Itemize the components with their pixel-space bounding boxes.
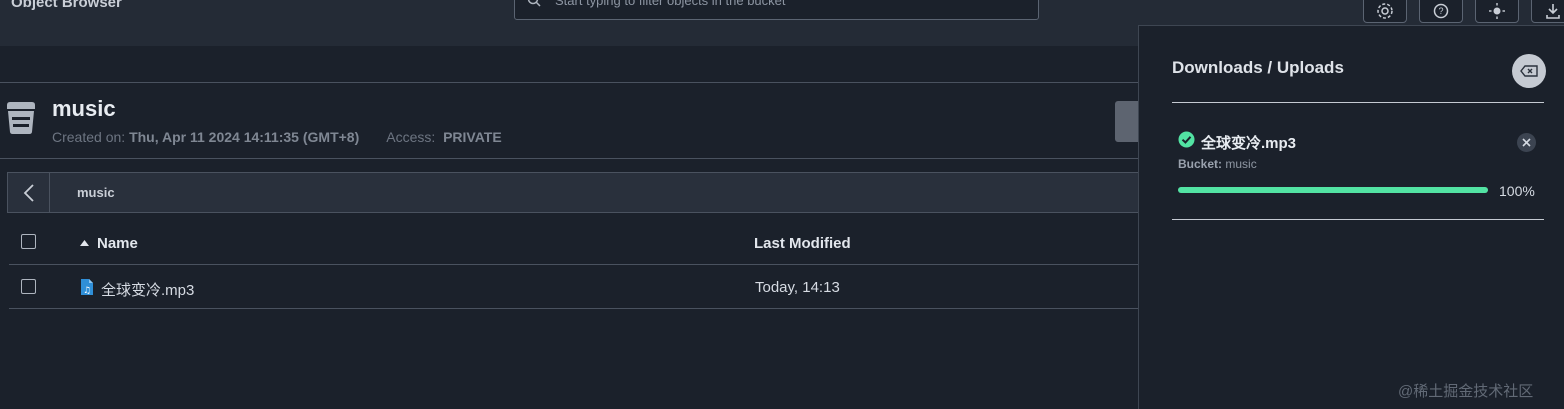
svg-text:♫: ♫ bbox=[83, 286, 91, 296]
help-icon: ? bbox=[1433, 3, 1449, 18]
bucket-value: music bbox=[1225, 157, 1257, 171]
sort-ascending-icon[interactable] bbox=[79, 239, 90, 247]
breadcrumb-path[interactable]: music bbox=[77, 185, 115, 200]
close-icon bbox=[1522, 138, 1531, 147]
access-value: PRIVATE bbox=[443, 129, 502, 145]
column-header-last-modified[interactable]: Last Modified bbox=[754, 235, 851, 252]
svg-text:?: ? bbox=[1438, 6, 1443, 16]
file-name[interactable]: 全球变冷.mp3 bbox=[101, 279, 194, 300]
bucket-name: music bbox=[52, 96, 116, 121]
settings-button[interactable] bbox=[1363, 0, 1407, 23]
access-label: Access: bbox=[386, 129, 436, 145]
panel-title: Downloads / Uploads bbox=[1172, 58, 1344, 77]
divider bbox=[0, 82, 1140, 83]
downloads-button[interactable] bbox=[1531, 0, 1564, 23]
select-all-checkbox[interactable] bbox=[21, 234, 36, 249]
bucket-icon bbox=[7, 102, 35, 134]
progress-bar bbox=[1178, 187, 1488, 193]
divider bbox=[1172, 102, 1544, 103]
breadcrumb: music bbox=[7, 172, 1147, 213]
row-checkbox[interactable] bbox=[21, 279, 36, 294]
created-label: Created on: bbox=[52, 129, 126, 145]
backspace-icon bbox=[1520, 65, 1538, 77]
search-box[interactable] bbox=[514, 0, 1039, 20]
clear-all-button[interactable] bbox=[1512, 54, 1546, 88]
gear-icon bbox=[1377, 2, 1393, 19]
file-last-modified: Today, 14:13 bbox=[755, 279, 840, 296]
search-input[interactable] bbox=[555, 0, 1025, 9]
search-icon bbox=[527, 0, 541, 7]
theme-icon bbox=[1489, 2, 1505, 19]
transfer-file-name: 全球变冷.mp3 bbox=[1201, 135, 1297, 152]
divider bbox=[9, 308, 1140, 309]
help-button[interactable]: ? bbox=[1419, 0, 1463, 23]
divider bbox=[1172, 219, 1544, 220]
theme-toggle-button[interactable] bbox=[1475, 0, 1519, 23]
downloads-panel bbox=[1138, 25, 1564, 409]
watermark: @稀土掘金技术社区 bbox=[1398, 383, 1534, 400]
created-value: Thu, Apr 11 2024 14:11:35 (GMT+8) bbox=[129, 129, 360, 145]
bucket-label: Bucket: bbox=[1178, 157, 1223, 171]
chevron-left-icon bbox=[23, 183, 34, 202]
remove-item-button[interactable] bbox=[1517, 133, 1536, 152]
app-title: Object Browser bbox=[11, 0, 122, 11]
check-circle-icon bbox=[1178, 131, 1195, 148]
progress-percent: 100% bbox=[1499, 183, 1535, 199]
transfer-bucket: Bucket: music bbox=[1178, 157, 1257, 171]
progress-fill bbox=[1178, 187, 1488, 193]
column-header-name[interactable]: Name bbox=[97, 235, 138, 252]
divider bbox=[0, 158, 1140, 159]
back-button[interactable] bbox=[8, 173, 50, 212]
bucket-meta: Created on: Thu, Apr 11 2024 14:11:35 (G… bbox=[52, 129, 502, 145]
downloads-icon bbox=[1546, 3, 1560, 19]
audio-file-icon: ♫ bbox=[81, 279, 93, 296]
